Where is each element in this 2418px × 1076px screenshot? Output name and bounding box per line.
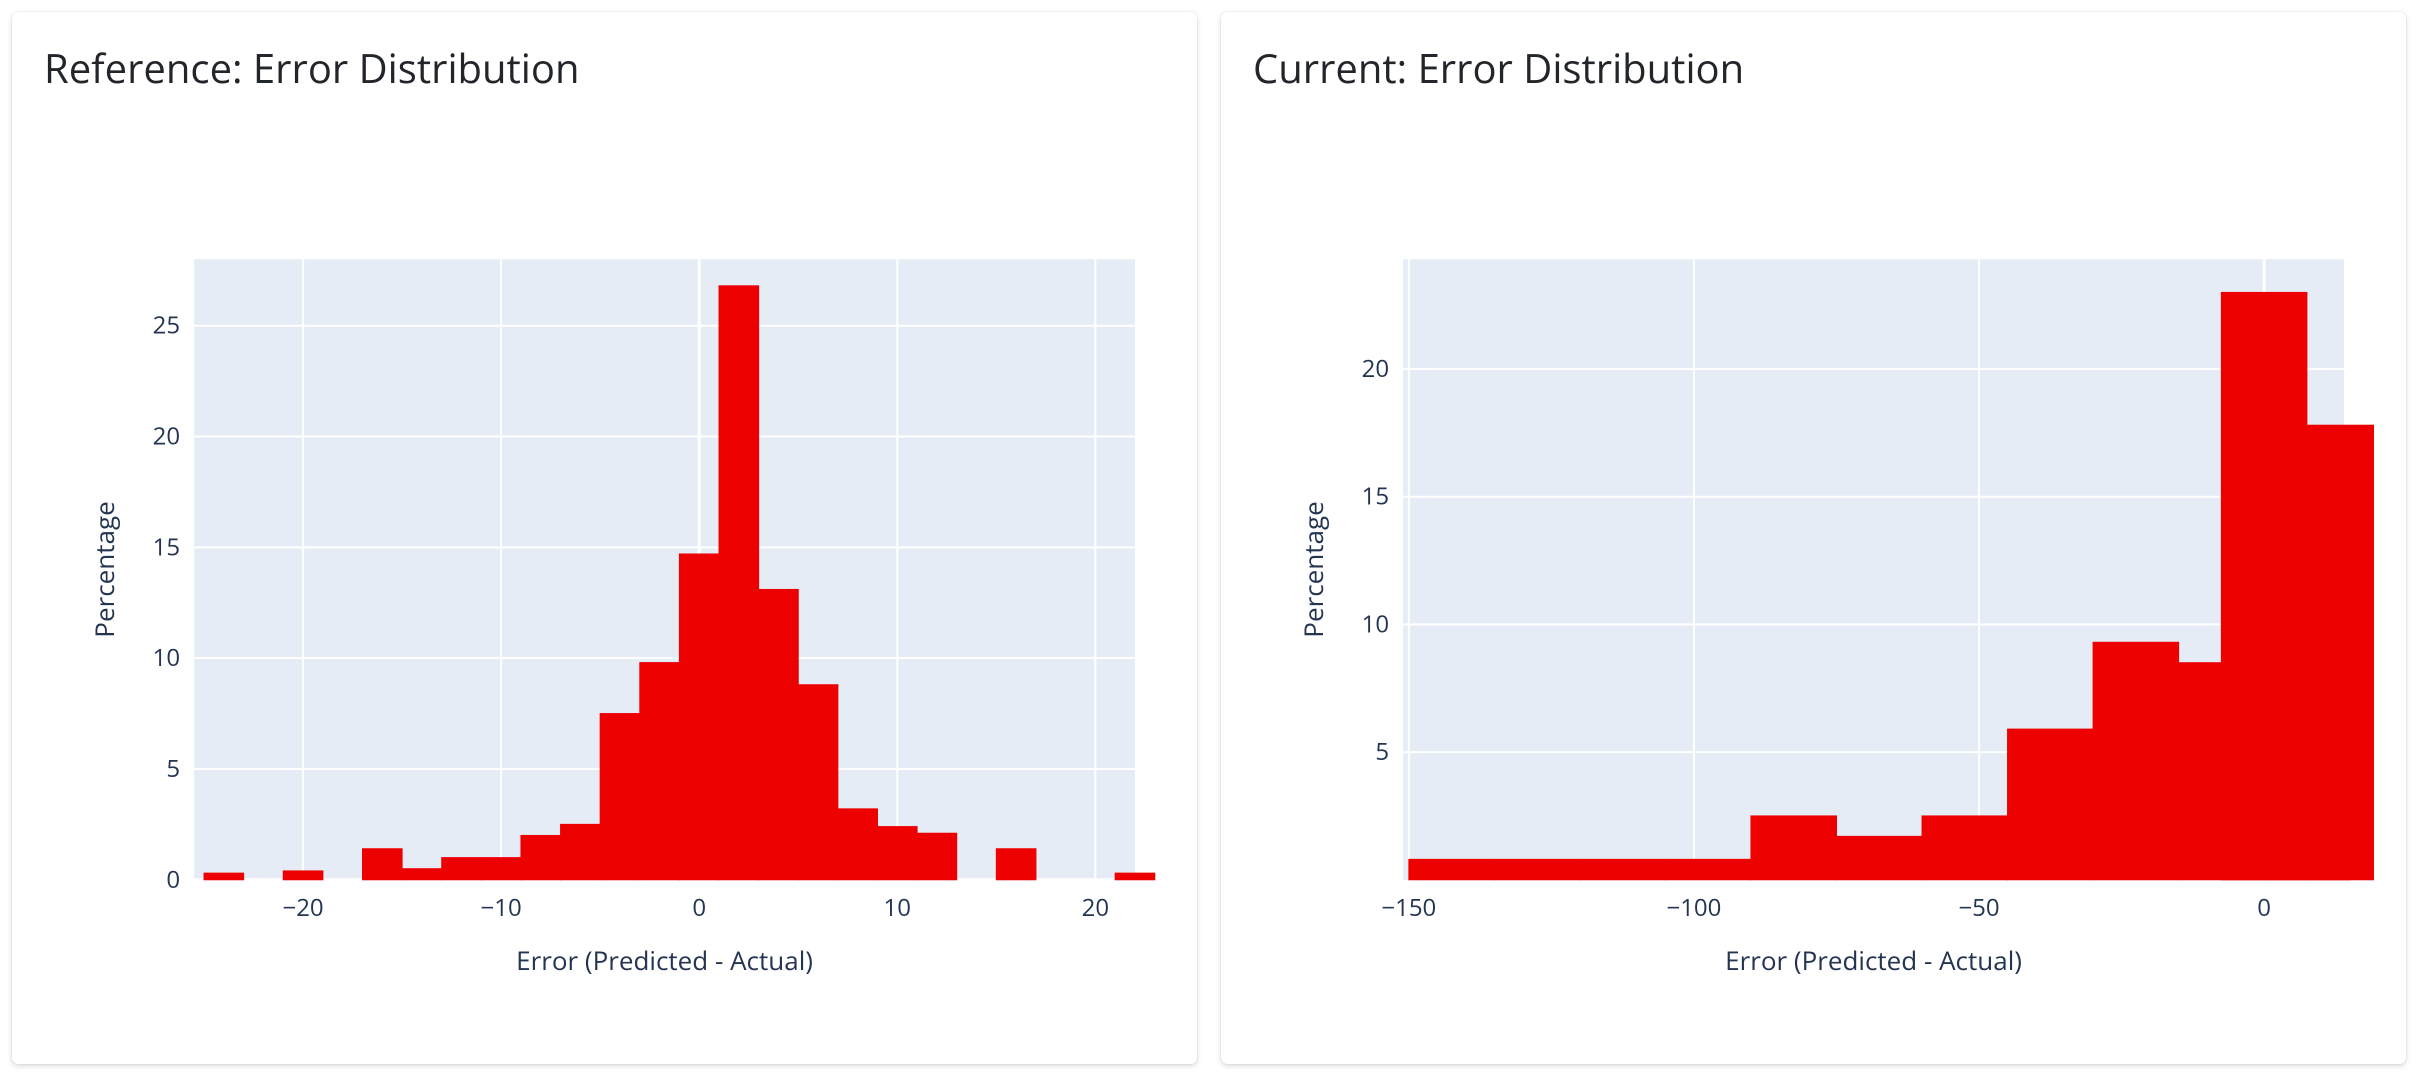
histogram-bar <box>402 869 442 880</box>
x-axis-title: Error (Predicted - Actual) <box>1725 942 2022 978</box>
histogram-bar <box>877 827 917 880</box>
histogram-bar <box>481 858 521 880</box>
x-tick-label: 0 <box>692 891 706 924</box>
histogram-bar <box>917 833 957 880</box>
histogram-bar <box>838 809 878 880</box>
chart-current[interactable]: −150 −100 −50 0 5 10 15 20 Error (Predicted - Ac… <box>1253 103 2374 1036</box>
histogram-bar <box>442 858 482 880</box>
histogram-bar <box>798 685 838 880</box>
chart-wrap-current: −150 −100 −50 0 5 10 15 20 Error (Predicted - Ac… <box>1253 103 2374 1036</box>
histogram-bar <box>1836 836 1922 879</box>
x-tick-label: 10 <box>884 891 911 924</box>
x-tick-label: −50 <box>1958 891 1999 924</box>
y-tick-label: 15 <box>1362 480 1389 513</box>
y-tick-label: 25 <box>153 309 180 342</box>
card-current: Current: Error Distribution −150 −100 −50 0… <box>1221 12 2406 1064</box>
y-tick-label: 15 <box>153 530 180 563</box>
x-tick-label: 20 <box>1082 891 1109 924</box>
histogram-bar <box>1115 873 1155 880</box>
histogram-bar <box>204 873 244 880</box>
card-title-reference: Reference: Error Distribution <box>44 40 1165 95</box>
y-tick-label: 5 <box>166 752 180 785</box>
histogram-bar <box>2307 425 2374 880</box>
histogram-bar <box>362 849 402 880</box>
histogram-bar <box>561 824 601 879</box>
histogram-bar <box>640 663 680 880</box>
chart-reference[interactable]: −20 −10 0 10 20 0 5 10 15 20 25 Error (Predicted - … <box>44 103 1165 1036</box>
x-tick-label: −10 <box>481 891 522 924</box>
y-axis-title: Percentage <box>1295 501 1331 637</box>
card-title-current: Current: Error Distribution <box>1253 40 2374 95</box>
histogram-bar <box>1494 859 1580 879</box>
histogram-bar <box>521 835 561 879</box>
histogram-bar <box>1922 816 2008 880</box>
card-reference: Reference: Error Distribution −20 −10 0 10 2… <box>12 12 1197 1064</box>
y-tick-label: 20 <box>153 420 180 453</box>
y-tick-label: 10 <box>1362 607 1389 640</box>
histogram-bar <box>2008 729 2094 880</box>
histogram-bar <box>679 554 719 880</box>
histogram-bar <box>283 871 323 880</box>
y-tick-label: 20 <box>1362 352 1389 385</box>
histogram-bar <box>2221 292 2307 879</box>
histogram-bar <box>719 286 759 880</box>
page-root: Reference: Error Distribution −20−100102… <box>0 0 2418 1076</box>
y-tick-label: 5 <box>1375 735 1389 768</box>
x-tick-label: −100 <box>1666 891 1721 924</box>
x-tick-label: −150 <box>1381 891 1436 924</box>
histogram-bar <box>996 849 1036 880</box>
histogram-bar <box>1409 859 1495 879</box>
histogram-bar <box>1665 859 1751 879</box>
y-axis-title: Percentage <box>86 501 122 637</box>
histogram-bar <box>1580 859 1666 879</box>
histogram-bar <box>1751 816 1837 880</box>
y-tick-label: 0 <box>166 863 180 896</box>
x-tick-label: −20 <box>282 891 323 924</box>
x-axis-title: Error (Predicted - Actual) <box>516 942 813 978</box>
histogram-bar <box>600 714 640 880</box>
y-tick-label: 10 <box>153 641 180 674</box>
chart-wrap-reference: −20 −10 0 10 20 0 5 10 15 20 25 Error (Predicted - … <box>44 103 1165 1036</box>
histogram-bar <box>2093 642 2179 879</box>
x-tick-label: 0 <box>2257 891 2271 924</box>
histogram-bar <box>759 589 799 879</box>
